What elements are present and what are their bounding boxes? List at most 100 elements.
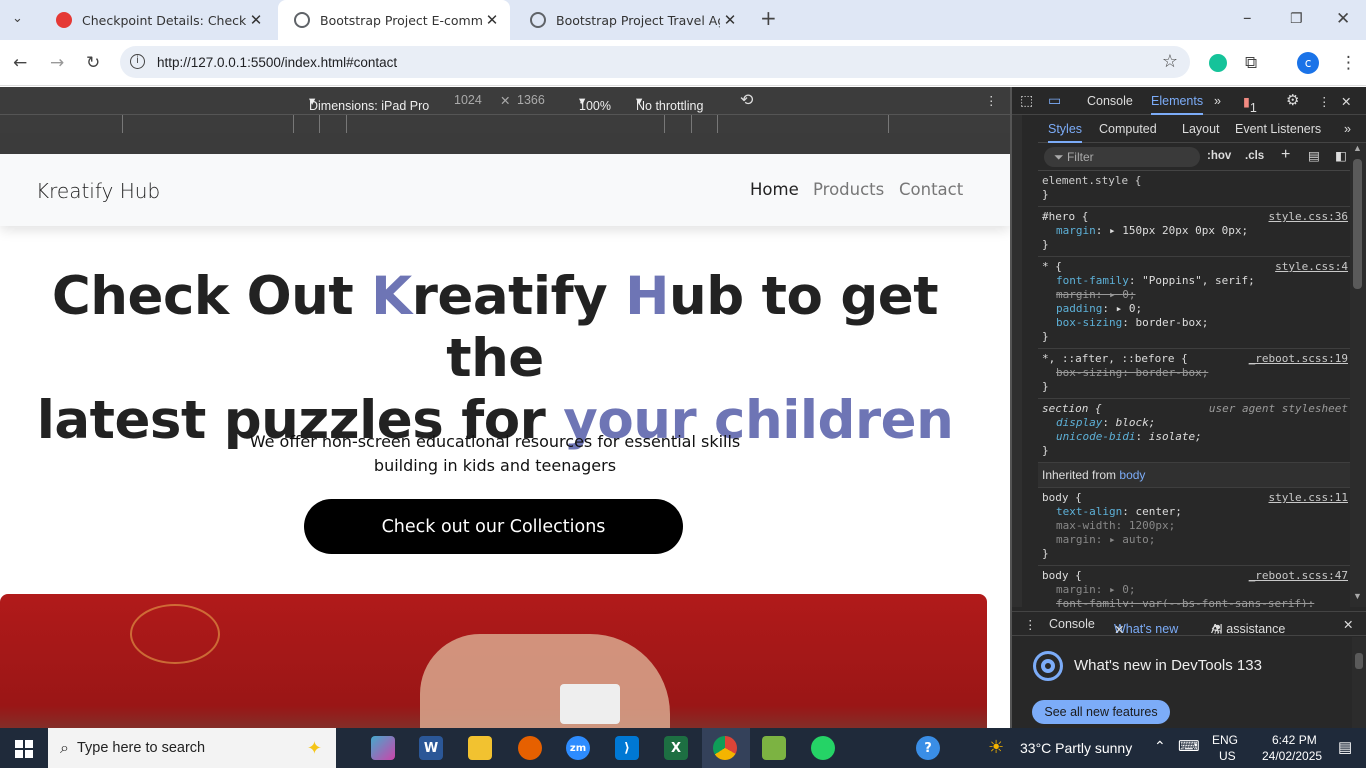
reload-icon[interactable]: ↻ (86, 53, 100, 73)
scroll-thumb[interactable] (1353, 159, 1362, 289)
css-property[interactable]: margin (1042, 533, 1096, 546)
close-tab-icon[interactable]: ✕ (482, 11, 502, 29)
extensions-puzzle-icon[interactable]: ⧉ (1245, 53, 1257, 73)
close-tab-icon[interactable]: ✕ (246, 11, 266, 29)
copilot-app-icon[interactable] (371, 736, 395, 760)
css-value[interactable]: center; (1135, 505, 1181, 518)
css-property[interactable]: box-sizing (1042, 316, 1122, 329)
subtab-event-listeners[interactable]: Event Listeners (1235, 122, 1321, 136)
see-all-features-button[interactable]: See all new features (1032, 700, 1170, 724)
css-property[interactable]: margin (1042, 583, 1096, 596)
inspect-element-icon[interactable]: ⬚ (1020, 92, 1033, 109)
rotate-device-icon[interactable]: ⟲ (740, 90, 753, 110)
site-info-icon[interactable]: i (130, 54, 145, 69)
devtools-menu-icon[interactable]: ⋮ (1318, 94, 1331, 109)
clock-date[interactable]: 24/02/2025 (1262, 749, 1322, 763)
back-arrow-icon[interactable]: ← (13, 53, 27, 73)
notification-center-icon[interactable]: ▤ (1338, 738, 1352, 756)
close-whats-new-icon[interactable]: ✕ (1114, 622, 1124, 637)
styles-filter-input[interactable]: ⏷ Filter (1044, 147, 1200, 167)
inherited-element-link[interactable]: body (1119, 468, 1145, 482)
css-value[interactable]: 0; (1122, 583, 1135, 596)
minimize-icon[interactable]: – (1243, 8, 1252, 28)
subtab-layout[interactable]: Layout (1182, 122, 1220, 136)
cls-toggle[interactable]: .cls (1245, 150, 1264, 162)
device-height-input[interactable]: 1366 (517, 93, 545, 107)
css-value[interactable]: 0; (1129, 302, 1142, 315)
close-tab-icon[interactable]: ✕ (720, 11, 740, 29)
rule-section[interactable]: section { user agent stylesheet display:… (1038, 399, 1350, 463)
drawer-menu-icon[interactable]: ⋮ (1024, 617, 1037, 632)
css-declaration[interactable]: font-family: var(--bs-font-sans-serif); (1042, 597, 1314, 607)
rule-body[interactable]: body { style.css:11 text-align: center; … (1038, 488, 1350, 566)
zoom-app-icon[interactable]: zm (566, 736, 590, 760)
profile-avatar[interactable]: c (1297, 52, 1319, 74)
css-value[interactable]: border-box; (1135, 316, 1208, 329)
css-property[interactable]: margin (1042, 224, 1096, 237)
rule-source-link[interactable]: _reboot.scss:19 (1249, 352, 1348, 366)
sidebar-toggle-icon[interactable]: ◧ (1335, 148, 1347, 163)
rule-source-link[interactable]: _reboot.scss:47 (1249, 569, 1348, 583)
rule-reboot[interactable]: *, ::after, ::before { _reboot.scss:19 b… (1038, 349, 1350, 399)
drawer-tab-console[interactable]: Console (1049, 617, 1095, 631)
media-query-ruler[interactable] (0, 114, 1012, 133)
language-us[interactable]: US (1219, 749, 1236, 763)
taskbar-search-box[interactable]: ⌕ Type here to search ✦ (48, 728, 336, 768)
new-tab-plus-icon[interactable]: + (760, 8, 777, 28)
tab-travel-agency[interactable]: Bootstrap Project Travel Agency ✕ (514, 0, 748, 40)
css-value[interactable]: 150px 20px 0px 0px; (1122, 224, 1248, 237)
nav-link-contact[interactable]: Contact (899, 180, 963, 199)
devtools-tab-elements[interactable]: Elements (1151, 94, 1204, 115)
throttling-select[interactable]: No throttling ▾ (636, 93, 703, 113)
rule-source-link[interactable]: style.css:4 (1275, 260, 1348, 274)
error-badge[interactable]: ▮ 1 (1243, 94, 1257, 115)
rule-element-style[interactable]: element.style {} (1038, 171, 1350, 207)
rule-hero[interactable]: #hero { style.css:36 margin: ▸ 150px 20p… (1038, 207, 1350, 257)
close-drawer-icon[interactable]: ✕ (1343, 617, 1353, 632)
styles-scrollbar[interactable]: ▲ ▼ (1350, 143, 1366, 607)
more-subtabs-chevron-icon[interactable]: » (1344, 122, 1351, 136)
device-width-input[interactable]: 1024 (454, 93, 482, 107)
forward-arrow-icon[interactable]: → (50, 53, 64, 73)
devtools-tab-console[interactable]: Console (1087, 94, 1133, 108)
file-explorer-app-icon[interactable] (468, 736, 492, 760)
nav-link-home[interactable]: Home (750, 180, 799, 199)
css-value[interactable]: "Poppins", serif; (1142, 274, 1255, 287)
device-dimensions-select[interactable]: Dimensions: iPad Pro ▾ (309, 93, 429, 113)
restore-icon[interactable]: ❐ (1290, 9, 1303, 29)
css-property[interactable]: margin (1042, 288, 1096, 301)
css-declaration[interactable]: box-sizing: border-box; (1042, 366, 1208, 379)
subtab-styles[interactable]: Styles (1048, 122, 1083, 143)
subtab-computed[interactable]: Computed (1099, 122, 1157, 136)
help-app-icon[interactable]: ? (916, 736, 940, 760)
firefox-app-icon[interactable] (518, 736, 542, 760)
whatsapp-app-icon[interactable] (811, 736, 835, 760)
browser-menu-kebab-icon[interactable]: ⋮ (1340, 53, 1357, 73)
rule-body-reboot[interactable]: body { _reboot.scss:47 margin: ▸ 0; font… (1038, 566, 1350, 607)
vscode-app-icon[interactable]: ⟩ (615, 736, 639, 760)
scroll-up-arrow-icon[interactable]: ▲ (1353, 143, 1362, 153)
chrome-app-icon[interactable] (713, 736, 737, 760)
keyboard-icon[interactable]: ⌨ (1178, 737, 1200, 755)
rule-universal[interactable]: * { style.css:4 font-family: "Poppins", … (1038, 257, 1350, 349)
word-app-icon[interactable]: W (419, 736, 443, 760)
tab-checkpoint[interactable]: Checkpoint Details: Checkpoint ✕ (40, 0, 274, 40)
address-bar[interactable]: i http://127.0.0.1:5500/index.html#conta… (120, 46, 1190, 78)
css-property[interactable]: font-family (1042, 274, 1129, 287)
css-value[interactable]: 1200px; (1129, 519, 1175, 532)
site-brand[interactable]: Kreatify Hub (36, 179, 160, 203)
tray-chevron-up-icon[interactable]: ⌃ (1154, 738, 1166, 755)
computed-styles-icon[interactable]: ▤ (1308, 148, 1320, 163)
tab-ecommerce[interactable]: Bootstrap Project E-commerce ✕ (278, 0, 510, 40)
grammarly-icon[interactable] (1209, 54, 1227, 72)
device-toolbar-menu-icon[interactable]: ⋮ (985, 93, 998, 108)
weather-text[interactable]: 33°C Partly sunny (1020, 740, 1132, 756)
css-property[interactable]: text-align (1042, 505, 1122, 518)
new-rule-plus-icon[interactable]: + (1281, 146, 1290, 164)
devtools-settings-gear-icon[interactable]: ⚙ (1286, 91, 1299, 109)
rule-source-link[interactable]: style.css:11 (1269, 491, 1348, 505)
windows-start-icon[interactable] (15, 740, 33, 758)
drawer-scroll-thumb[interactable] (1355, 653, 1363, 669)
notepad-app-icon[interactable] (762, 736, 786, 760)
close-devtools-icon[interactable]: ✕ (1341, 94, 1351, 109)
